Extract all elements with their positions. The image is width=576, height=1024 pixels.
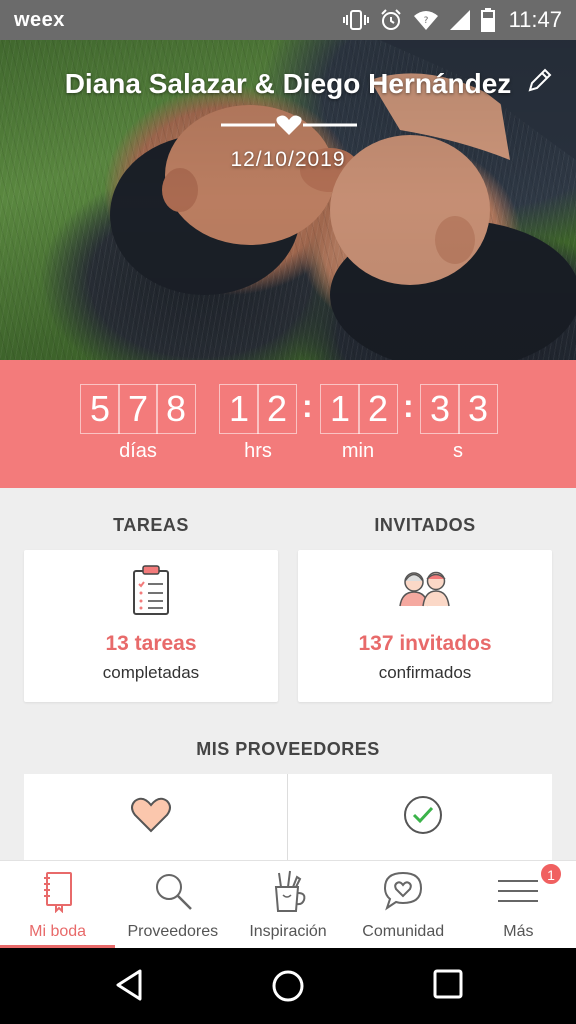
tasks-caption: completadas [102,663,200,682]
booked-providers-tile[interactable] [288,774,552,864]
heart-icon [131,797,171,833]
status-bar: weex ? 11:47 [0,0,576,40]
edit-pencil-icon[interactable] [526,66,554,94]
hours-digit: 2 [257,384,297,434]
wedding-date: 12/10/2019 [230,148,346,171]
app-screen: weex ? 11:47 Diana Salazar & Diego Herná… [0,0,576,1024]
couple-photo[interactable]: Diana Salazar & Diego Hernández 12/10/20… [0,40,576,360]
couple-guests-icon [399,571,450,607]
pencil-cup-icon [274,870,306,912]
guests-caption: confirmados [378,663,472,682]
tasks-card[interactable]: 13 tareas completadas [24,550,278,702]
minutes-digit: 2 [358,384,398,434]
tasks-count: 13 tareas [105,632,197,655]
time-separator: : [403,388,414,424]
signal-icon [449,10,470,30]
nav-label-proveedores: Proveedores [127,923,219,940]
minutes-label: min [341,440,375,462]
heart-divider-icon [221,115,357,135]
status-icons: ? 11:47 [342,7,562,33]
seconds-digit: 3 [458,384,498,434]
notification-badge: 1 [540,863,563,885]
guests-card[interactable]: 137 invitados confirmados [298,550,552,702]
guests-count: 137 invitados [358,632,492,655]
nav-label-mas: Más [503,923,534,940]
svg-text:?: ? [423,16,428,26]
back-icon[interactable] [112,968,146,1002]
status-app-name: weex [14,8,65,31]
countdown-panel: 5 7 8 días 1 2 hrs : 1 2 min : 3 3 s [0,360,576,488]
hours-digit: 1 [219,384,259,434]
days-label: días [119,440,157,462]
check-circle-icon [404,796,442,834]
battery-icon [480,8,495,32]
couple-names: Diana Salazar & Diego Hernández [64,68,512,99]
nav-item-mi-boda[interactable]: Mi boda [0,861,115,948]
recents-icon[interactable] [432,968,464,1000]
seconds-label: s [453,440,463,462]
search-icon [155,874,192,910]
notebook-icon [43,872,72,913]
days-digit: 5 [80,384,120,434]
home-icon[interactable] [270,968,306,1004]
wifi-icon: ? [413,11,438,30]
system-navigation-bar [0,948,576,1024]
minutes-digit: 1 [320,384,360,434]
guests-title: INVITADOS [374,515,476,535]
seconds-digit: 3 [420,384,460,434]
providers-title: MIS PROVEEDORES [196,739,380,759]
nav-label-mi-boda: Mi boda [29,923,87,940]
nav-item-mas[interactable]: Más 1 [461,861,576,948]
days-digit: 7 [118,384,158,434]
nav-item-comunidad[interactable]: Comunidad [346,861,461,948]
chat-heart-icon [384,871,423,911]
status-time: 11:47 [508,7,562,32]
nav-label-inspiracion: Inspiración [249,923,327,940]
providers-card [24,774,552,864]
nav-label-comunidad: Comunidad [362,923,445,940]
nav-item-proveedores[interactable]: Proveedores [115,861,230,948]
alarm-icon [380,9,401,30]
hours-label: hrs [244,440,272,462]
menu-icon [498,880,539,902]
tasks-title: TAREAS [113,515,189,535]
vibrate-icon [342,10,369,30]
days-digit: 8 [156,384,196,434]
time-separator: : [302,388,313,424]
bottom-navigation: Mi boda Proveedores Inspiración Comunida… [0,860,576,948]
nav-item-inspiracion[interactable]: Inspiración [230,861,345,948]
favorite-providers-tile[interactable] [24,774,287,864]
clipboard-checklist-icon [133,565,169,615]
